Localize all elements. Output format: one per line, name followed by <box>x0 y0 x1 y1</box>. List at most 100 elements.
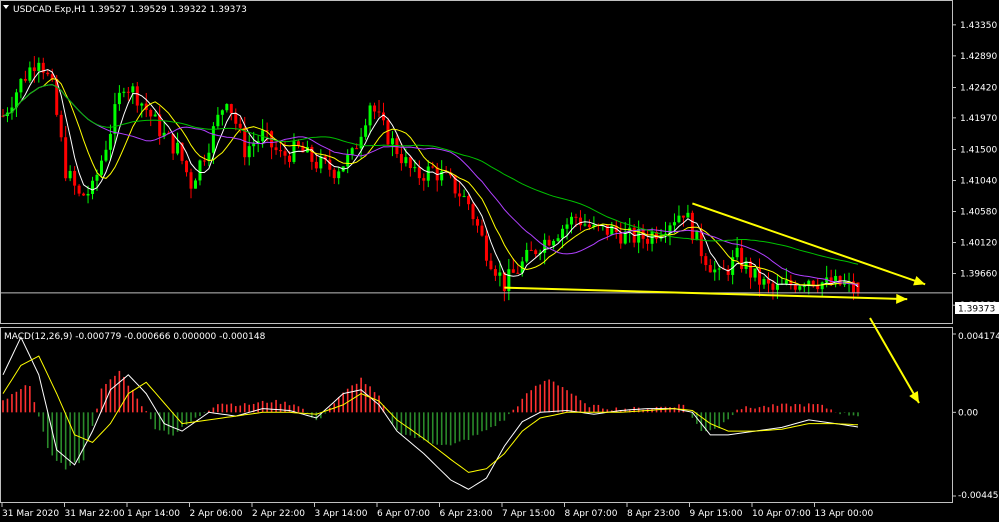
candle-body <box>193 180 197 189</box>
candle-body <box>211 126 215 153</box>
candle-body <box>534 250 538 255</box>
candle-body <box>247 146 251 158</box>
candle-body <box>283 151 287 156</box>
candle-body <box>458 193 462 197</box>
candle-body <box>46 72 50 75</box>
candle-body <box>704 256 708 266</box>
time-tick-label: 31 Mar 2020 <box>2 509 59 519</box>
candle-body <box>511 269 515 273</box>
candle-body <box>476 219 480 226</box>
candle-body <box>207 152 211 161</box>
candle-body <box>216 114 220 127</box>
candle-body <box>108 133 112 150</box>
candle-body <box>426 166 430 181</box>
candle-body <box>95 174 99 181</box>
time-tick-label: 9 Apr 15:00 <box>690 509 743 519</box>
candle-body <box>135 86 139 106</box>
candle-body <box>708 265 712 273</box>
candle-body <box>314 161 318 169</box>
candle-body <box>556 238 560 241</box>
candle-body <box>189 172 193 189</box>
candle-body <box>337 171 341 179</box>
time-tick-label: 8 Apr 23:00 <box>627 509 680 519</box>
time-tick-label: 31 Mar 22:00 <box>65 509 125 519</box>
macd-tick-label: 0.004174 <box>958 332 999 342</box>
candle-body <box>373 105 377 112</box>
candle-body <box>686 212 690 218</box>
candle-body <box>377 111 381 113</box>
candle-body <box>185 160 189 173</box>
candle-body <box>690 212 694 241</box>
candle-body <box>619 232 623 244</box>
price-tick-label: 1.41040 <box>960 177 997 187</box>
candle-body <box>252 143 256 147</box>
candle-body <box>328 159 332 170</box>
candle-body <box>798 286 802 290</box>
candle-body <box>646 238 650 244</box>
candle-body <box>274 147 278 151</box>
trading-chart[interactable]: 1.43350 1.42890 1.42420 1.41970 1.41500 1.410… <box>0 0 999 522</box>
candle-body <box>749 261 753 278</box>
candle-body <box>561 228 565 239</box>
candle-body <box>713 269 717 273</box>
candle-body <box>140 103 144 106</box>
candle-body <box>390 138 394 145</box>
candle-body <box>489 260 493 270</box>
candle-body <box>37 62 41 72</box>
candle-body <box>202 160 206 162</box>
time-tick-label: 6 Apr 07:00 <box>377 509 430 519</box>
candle-body <box>229 104 233 114</box>
candle-body <box>637 228 641 243</box>
candle-body <box>565 224 569 229</box>
candle-body <box>332 169 336 179</box>
candle-body <box>820 282 824 290</box>
candle-body <box>23 78 27 81</box>
candle-body <box>171 133 175 154</box>
candle-body <box>104 149 108 161</box>
candle-body <box>19 78 23 93</box>
candle-body <box>319 156 323 169</box>
candle-body <box>484 235 488 261</box>
candle-body <box>399 154 403 164</box>
candle-body <box>467 196 471 205</box>
time-tick-label: 1 Apr 14:00 <box>127 509 180 519</box>
time-tick-label: 2 Apr 22:00 <box>252 509 305 519</box>
candle-body <box>32 67 36 72</box>
candle-body <box>516 272 520 274</box>
candle-body <box>77 185 81 194</box>
candle-body <box>287 155 291 162</box>
candle-body <box>225 104 229 111</box>
candle-body <box>68 170 72 179</box>
candle-body <box>350 148 354 155</box>
price-tick-label: 1.39660 <box>960 270 997 280</box>
candle-body <box>91 180 95 194</box>
price-tick-label: 1.41500 <box>960 146 997 156</box>
current-price-label: 1.39373 <box>958 305 995 315</box>
price-tick-label: 1.43350 <box>960 21 997 31</box>
candle-body <box>408 157 412 169</box>
candle-body <box>740 247 744 269</box>
time-tick-label: 6 Apr 23:00 <box>440 509 493 519</box>
candle-body <box>775 284 779 290</box>
candle-body <box>717 268 721 270</box>
candle-body <box>695 230 699 241</box>
candle-body <box>431 166 435 168</box>
time-tick-label: 2 Apr 06:00 <box>190 509 243 519</box>
candle-body <box>677 215 681 223</box>
candle-body <box>493 269 497 276</box>
price-tick-label: 1.40580 <box>960 208 997 218</box>
candle-body <box>279 150 283 152</box>
candle-body <box>153 114 157 117</box>
candle-body <box>126 91 130 93</box>
time-tick-label: 10 Apr 07:00 <box>752 509 811 519</box>
macd-tick-label: -0.004457 <box>958 491 999 501</box>
candle-body <box>574 216 578 218</box>
candle-body <box>243 127 247 158</box>
candle-body <box>131 86 135 93</box>
candle-body <box>547 239 551 246</box>
candle-body <box>404 157 408 164</box>
candle-body <box>73 170 77 186</box>
candle-body <box>784 280 788 284</box>
time-tick-label: 7 Apr 15:00 <box>502 509 555 519</box>
candle-body <box>364 125 368 137</box>
